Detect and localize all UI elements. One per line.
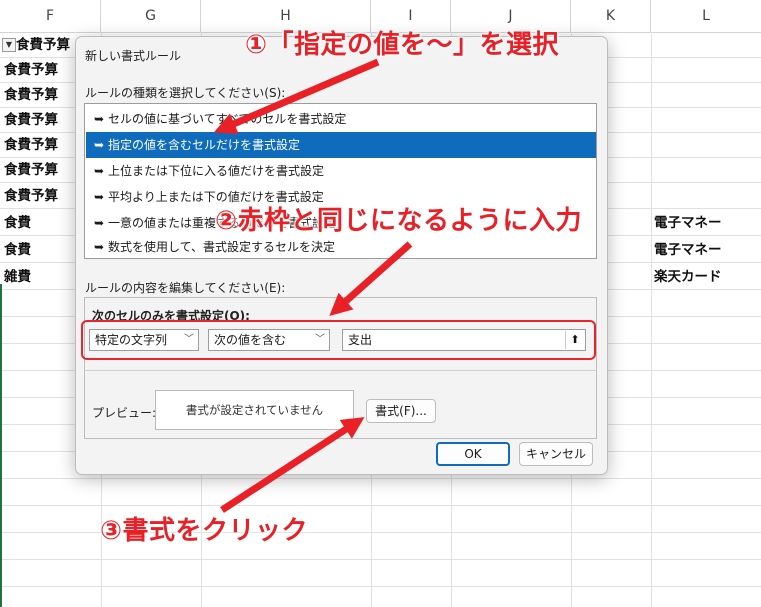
cell-l[interactable]: 電子マネー (654, 211, 759, 235)
column-header-l[interactable]: L (651, 0, 761, 32)
arrow-bullet-icon: ➥ (94, 216, 105, 230)
cell-f[interactable]: 食費 (4, 211, 74, 235)
grid-line (0, 505, 761, 506)
column-header-f[interactable]: F (0, 0, 101, 32)
rule-type-item[interactable]: ➥ 上位または下位に入る値だけを書式設定 (86, 158, 596, 184)
annotation-step1: ①「指定の値を～」を選択 (245, 30, 560, 60)
preview-label: プレビュー: (92, 406, 157, 420)
arrow-bullet-icon: ➥ (94, 240, 105, 254)
edit-rule-label: ルールの内容を編集してください(E): (85, 281, 286, 295)
arrow-bullet-icon: ➥ (94, 112, 105, 126)
arrow-bullet-icon: ➥ (94, 138, 105, 152)
annotation-step2: ②赤枠と同じになるように入力 (215, 206, 583, 236)
cell-f[interactable]: 食費 (4, 238, 74, 262)
rule-type-item[interactable]: ➥ 数式を使用して、書式設定するセルを決定 (86, 234, 596, 260)
cell-f[interactable]: 食費予算 (4, 83, 74, 107)
dialog-title: 新しい書式ルール (85, 49, 182, 63)
new-format-rule-dialog: 新しい書式ルール ルールの種類を選択してください(S): ➥ セルの値に基づいてす… (75, 36, 608, 475)
cell-l[interactable]: 電子マネー (654, 238, 759, 262)
format-button[interactable]: 書式(F)... (366, 399, 436, 423)
rule-type-label: ルールの種類を選択してください(S): (85, 86, 286, 100)
filter-dropdown-icon[interactable]: ▼ (2, 38, 16, 52)
ok-button[interactable]: OK (436, 442, 510, 466)
grid-line (0, 559, 761, 560)
annotation-step3: ③書式をクリック (100, 516, 309, 546)
divider (84, 370, 597, 371)
cancel-button[interactable]: キャンセル (519, 442, 593, 466)
cell-l[interactable]: 楽天カード (654, 265, 759, 289)
cell-f[interactable]: 食費予算 (4, 184, 74, 208)
grid-line (0, 478, 761, 479)
arrow-bullet-icon: ➥ (94, 190, 105, 204)
selection-edge (0, 284, 2, 607)
preview-box: 書式が設定されていません (155, 390, 354, 430)
grid-line (651, 32, 652, 607)
cell-f[interactable]: 食費予算 (4, 158, 74, 182)
cell-f[interactable]: 食費予算 (4, 133, 74, 157)
arrow-bullet-icon: ➥ (94, 164, 105, 178)
grid-line (0, 586, 761, 587)
rule-type-item-selected[interactable]: ➥ 指定の値を含むセルだけを書式設定 (86, 132, 596, 158)
column-header-k[interactable]: K (571, 0, 651, 32)
cell-f[interactable]: 食費予算 (4, 58, 74, 82)
rule-type-item[interactable]: ➥ セルの値に基づいてすべてのセルを書式設定 (86, 106, 596, 132)
highlight-frame (81, 320, 596, 360)
cell-f[interactable]: 食費予算 (4, 108, 74, 132)
cell-f[interactable]: 雑費 (4, 265, 74, 289)
column-header-g[interactable]: G (101, 0, 201, 32)
